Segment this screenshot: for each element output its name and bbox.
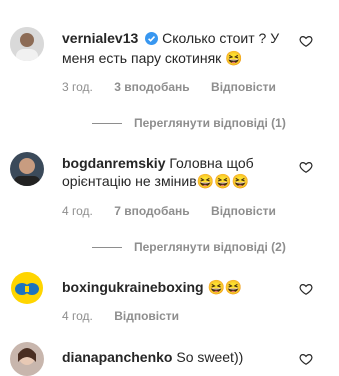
divider	[92, 123, 122, 125]
comment-meta: 4 год. 7 вподобань Відповісти	[62, 203, 294, 219]
view-replies-button[interactable]: Переглянути відповіді (1)	[62, 115, 286, 131]
comment-username[interactable]: dianapanchenko	[62, 349, 172, 365]
comment-meta: 3 год. 3 вподобань Відповісти	[62, 79, 294, 95]
comment-time[interactable]: 4 год.	[62, 204, 93, 218]
divider	[92, 247, 122, 249]
comment-likes[interactable]: 7 вподобань	[114, 204, 189, 218]
comment-username[interactable]: boxingukraineboxing	[62, 279, 204, 295]
view-replies-label: Переглянути відповіді (2)	[134, 240, 286, 254]
verified-badge-icon	[145, 31, 159, 49]
comment-body: vernialev13 Сколько стоит ? У меня есть …	[62, 29, 299, 67]
comment-username[interactable]: vernialev13	[62, 30, 138, 46]
comment-likes[interactable]: 3 вподобань	[114, 80, 189, 94]
avatar[interactable]	[10, 152, 44, 186]
comment-time[interactable]: 3 год.	[62, 80, 93, 94]
comment-meta: 4 год. Відповісти	[62, 308, 197, 324]
comment-body: bogdanremskiy Головна щоб орієнтацію не …	[62, 154, 299, 190]
comment-username[interactable]: bogdanremskiy	[62, 155, 165, 171]
like-heart-icon[interactable]	[299, 34, 313, 48]
like-heart-icon[interactable]	[299, 282, 313, 296]
comment-body: dianapanchenko So sweet))	[62, 348, 299, 366]
reply-button[interactable]: Відповісти	[114, 309, 179, 323]
comment-text: So sweet))	[176, 349, 244, 365]
comment-time[interactable]: 4 год.	[62, 309, 93, 323]
avatar[interactable]	[10, 271, 44, 305]
reply-button[interactable]: Відповісти	[211, 204, 276, 218]
like-heart-icon[interactable]	[299, 352, 313, 366]
reply-button[interactable]: Відповісти	[211, 80, 276, 94]
avatar[interactable]	[10, 27, 44, 61]
comment-text: 😆😆	[207, 279, 243, 295]
comment-body: boxingukraineboxing 😆😆	[62, 278, 299, 296]
like-heart-icon[interactable]	[299, 160, 313, 174]
avatar[interactable]	[10, 342, 44, 376]
view-replies-label: Переглянути відповіді (1)	[134, 116, 286, 130]
view-replies-button[interactable]: Переглянути відповіді (2)	[62, 239, 286, 255]
